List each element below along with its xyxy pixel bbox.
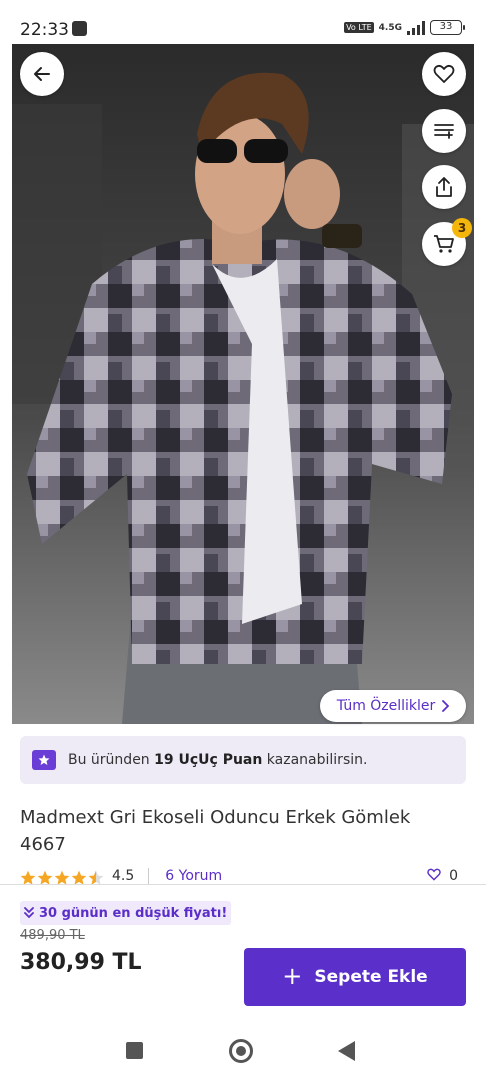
points-banner: Bu üründen 19 UçUç Puan kazanabilirsin. bbox=[20, 736, 466, 784]
points-amount: 19 UçUç Puan bbox=[154, 752, 263, 768]
heart-icon bbox=[433, 64, 455, 83]
all-features-button[interactable]: Tüm Özellikler bbox=[320, 690, 466, 722]
lowest-price-label: 30 günün en düşük fiyatı! bbox=[39, 905, 228, 921]
rating-row: 4.5 6 Yorum 0 bbox=[20, 868, 466, 884]
star-icon bbox=[54, 870, 70, 884]
add-to-cart-button[interactable]: + Sepete Ekle bbox=[244, 948, 466, 1006]
network-label: 4.5G bbox=[378, 22, 402, 33]
star-icon bbox=[71, 870, 87, 884]
lowest-price-badge: 30 günün en düşük fiyatı! bbox=[20, 901, 232, 925]
share-icon bbox=[436, 177, 452, 197]
old-price: 489,90 TL bbox=[20, 928, 85, 943]
status-time: 22:33 bbox=[20, 20, 69, 40]
current-price: 380,99 TL bbox=[20, 950, 142, 975]
back-button[interactable] bbox=[20, 52, 64, 96]
rating-stars bbox=[20, 870, 104, 884]
volte-icon: Vo LTE bbox=[344, 22, 374, 33]
likes-count[interactable]: 0 bbox=[427, 868, 458, 884]
home-button[interactable] bbox=[229, 1039, 253, 1063]
likes-value: 0 bbox=[449, 868, 458, 884]
product-photo bbox=[12, 44, 474, 724]
battery-icon: 33 bbox=[430, 20, 465, 35]
notification-icon bbox=[72, 21, 87, 36]
all-features-label: Tüm Özellikler bbox=[336, 698, 436, 714]
star-icon bbox=[37, 870, 53, 884]
reviews-link[interactable]: 6 Yorum bbox=[165, 868, 222, 884]
heart-outline-icon bbox=[427, 868, 441, 881]
favorite-button[interactable] bbox=[422, 52, 466, 96]
system-back-button[interactable] bbox=[338, 1041, 355, 1061]
star-badge-icon bbox=[32, 750, 56, 770]
variant-list-icon bbox=[434, 124, 454, 139]
chevron-right-icon bbox=[442, 700, 450, 712]
star-icon bbox=[20, 870, 36, 884]
rating-divider bbox=[148, 868, 150, 884]
cart-icon bbox=[434, 235, 454, 253]
points-suffix: kazanabilirsin. bbox=[262, 752, 368, 768]
back-arrow-icon bbox=[34, 67, 50, 81]
system-nav-bar bbox=[0, 1022, 486, 1080]
status-indicators: Vo LTE 4.5G 33 bbox=[344, 20, 465, 35]
points-prefix: Bu üründen bbox=[68, 752, 155, 768]
cart-count-badge: 3 bbox=[452, 218, 472, 238]
add-to-cart-label: Sepete Ekle bbox=[314, 967, 428, 987]
signal-icon bbox=[407, 20, 425, 35]
double-chevron-down-icon bbox=[24, 907, 34, 919]
plus-icon: + bbox=[282, 961, 303, 990]
rating-value: 4.5 bbox=[112, 868, 135, 884]
variant-list-button[interactable] bbox=[422, 109, 466, 153]
cart-button[interactable]: 3 bbox=[422, 218, 472, 266]
share-button[interactable] bbox=[422, 165, 466, 209]
product-title: Madmext Gri Ekoseli Oduncu Erkek Gömlek … bbox=[20, 807, 411, 855]
product-image[interactable] bbox=[12, 44, 474, 724]
bottom-bar-divider bbox=[0, 884, 486, 885]
status-bar: 22:33 Vo LTE 4.5G 33 bbox=[0, 0, 486, 44]
recents-button[interactable] bbox=[126, 1042, 143, 1059]
half-star-icon bbox=[88, 870, 104, 884]
